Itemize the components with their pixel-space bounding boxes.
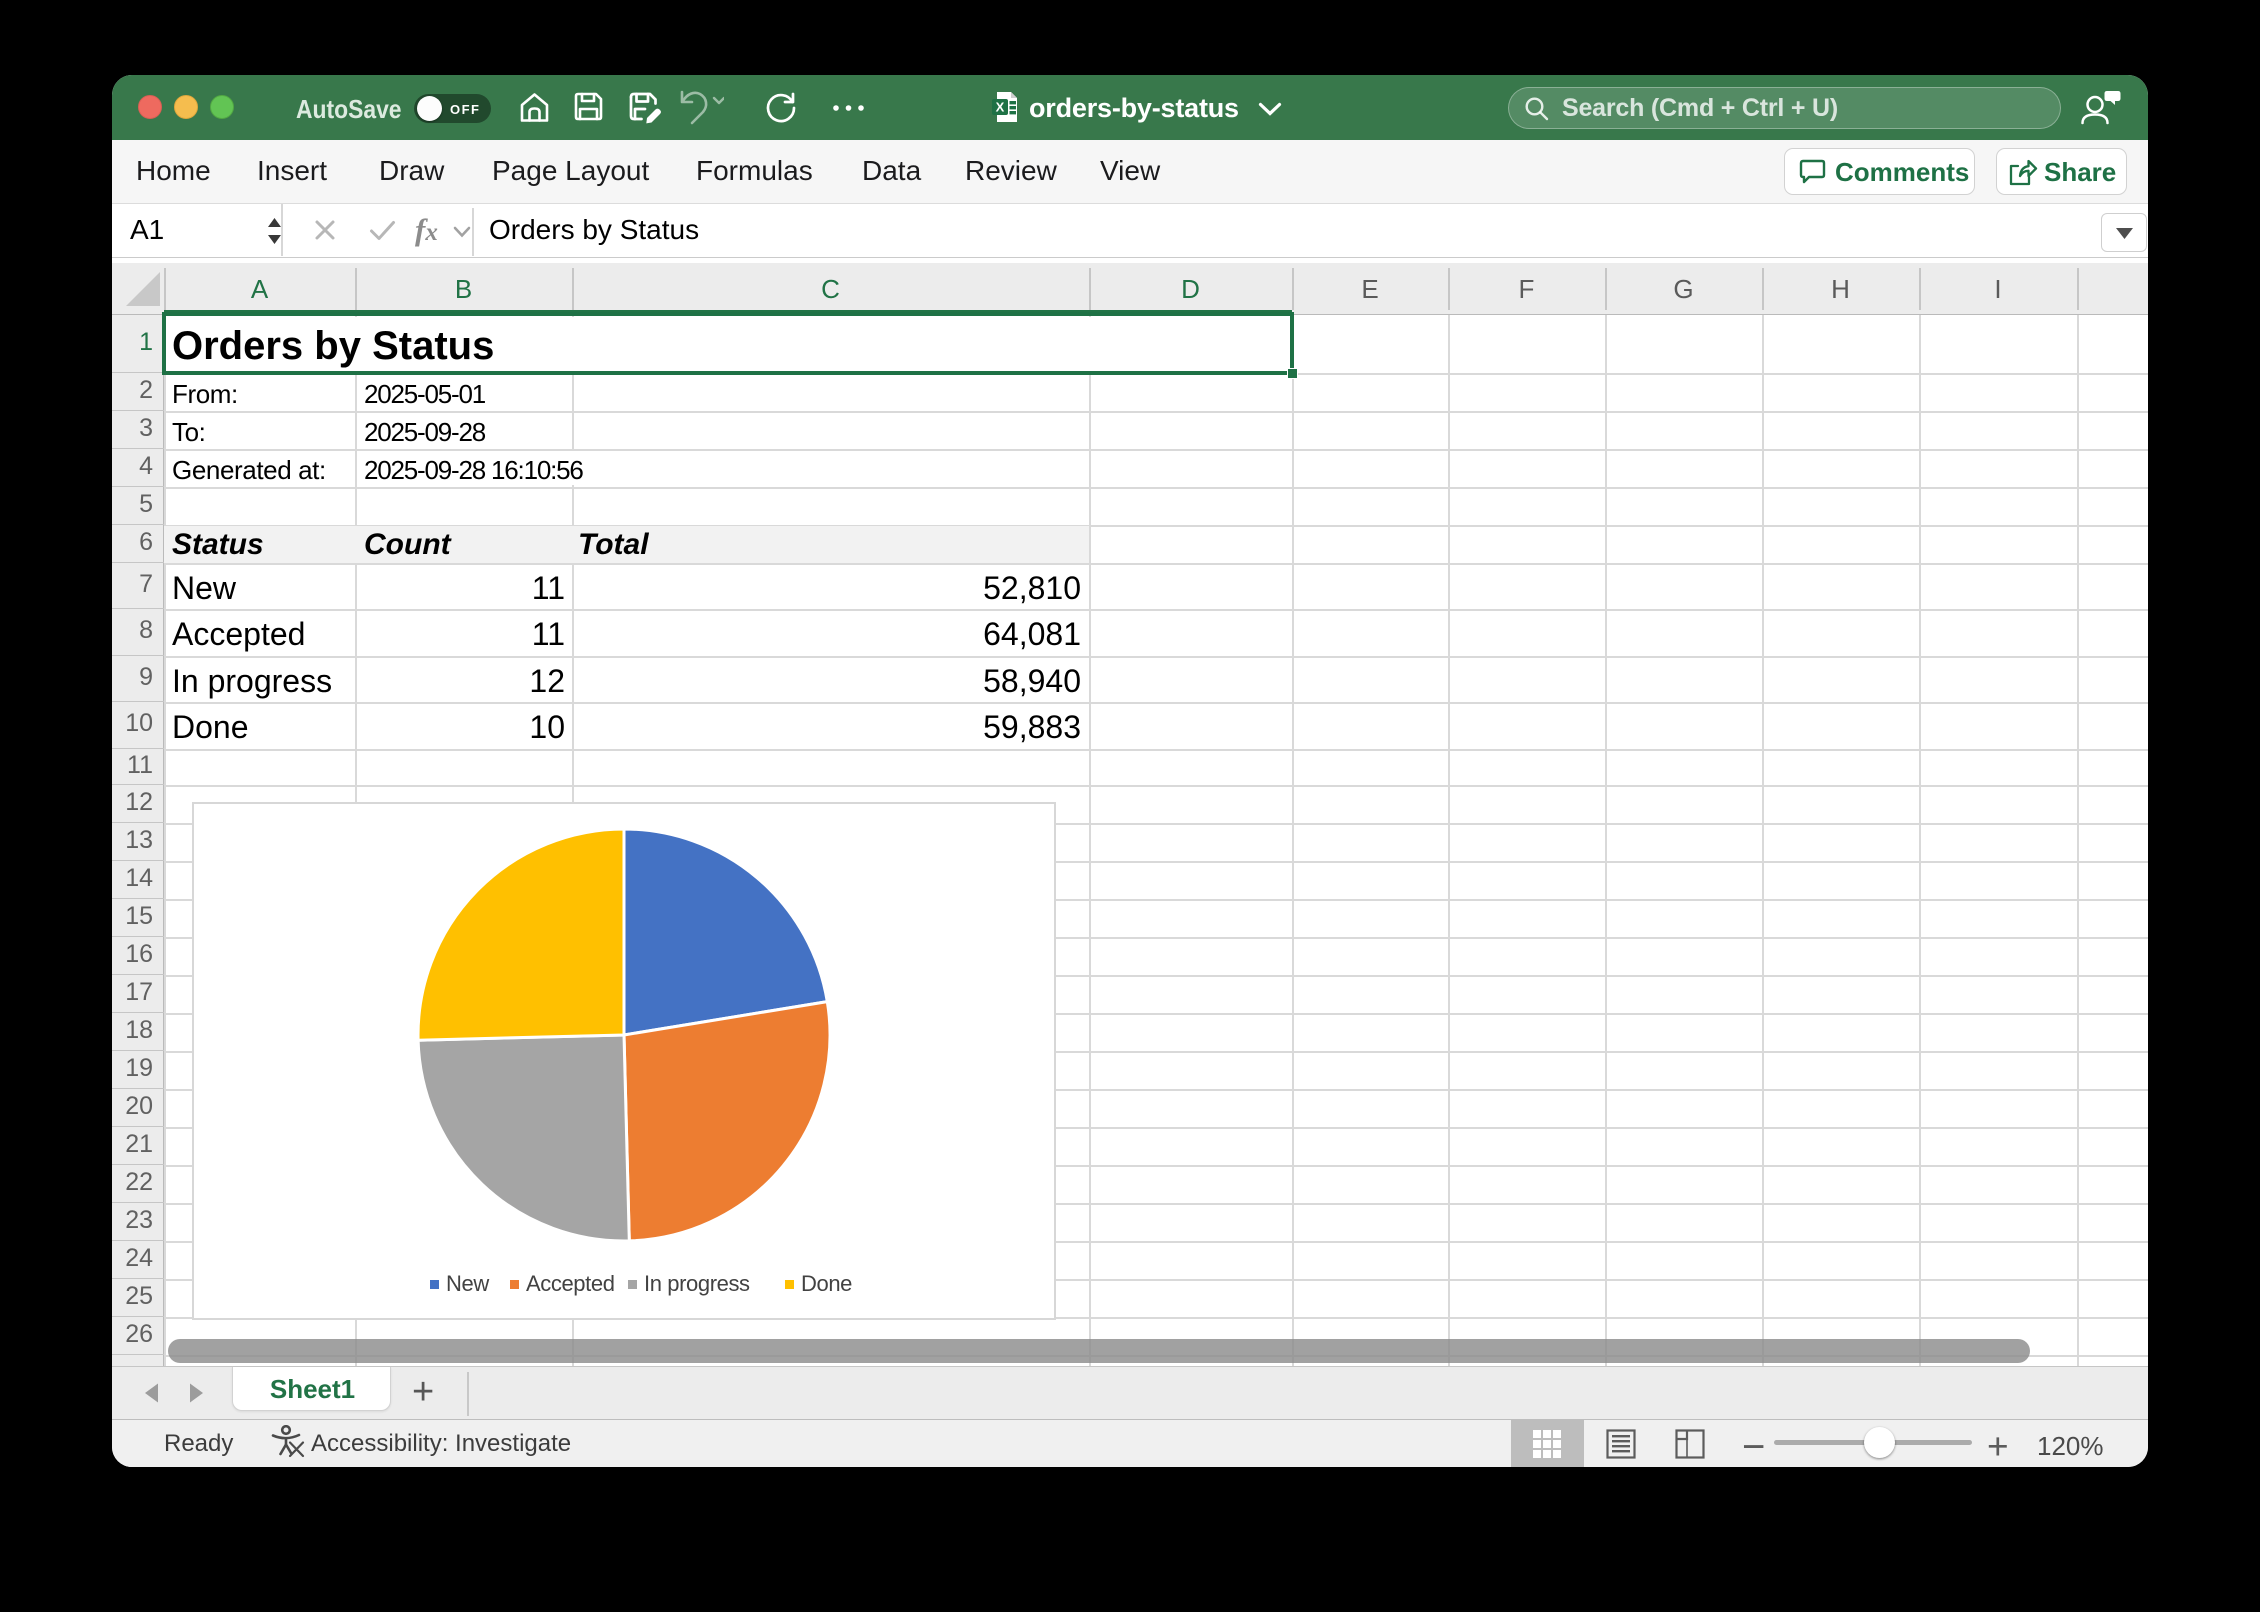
svg-text:X: X [996,100,1005,115]
